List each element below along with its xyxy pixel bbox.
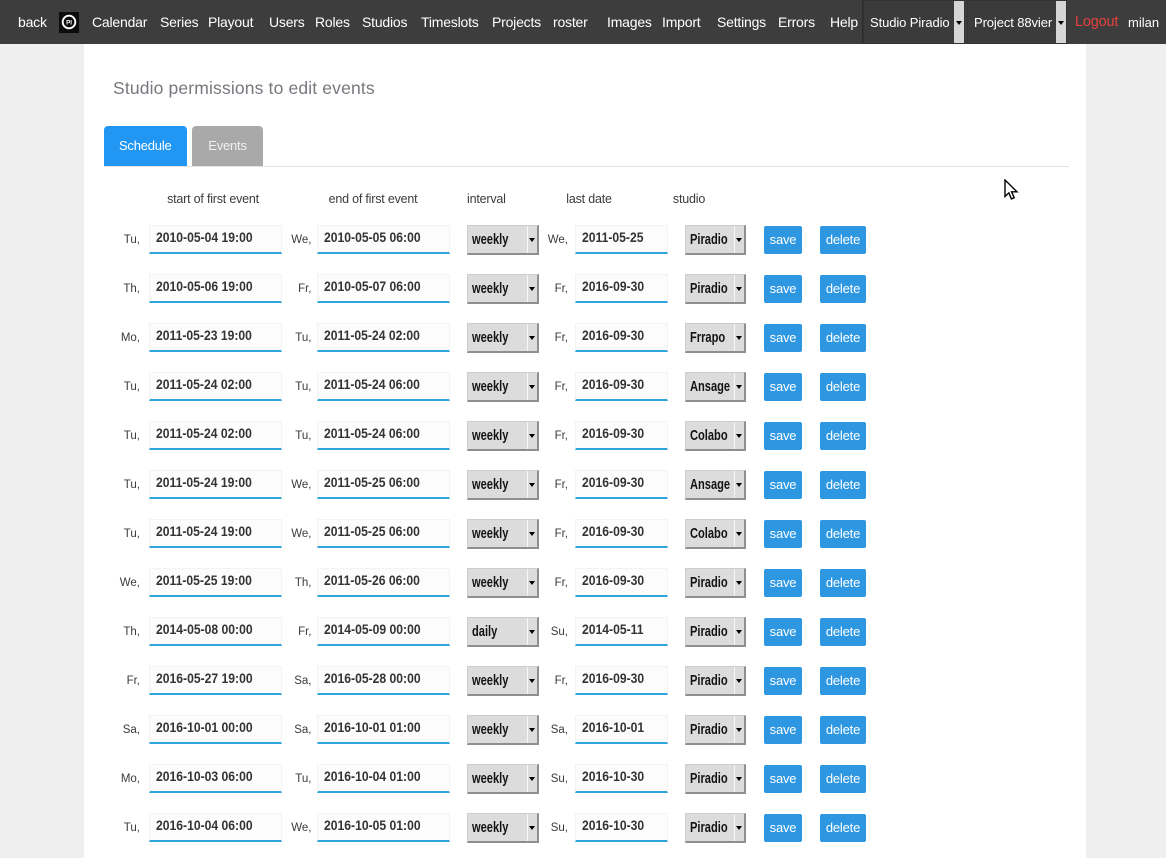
svg-text:PI: PI bbox=[66, 19, 72, 26]
